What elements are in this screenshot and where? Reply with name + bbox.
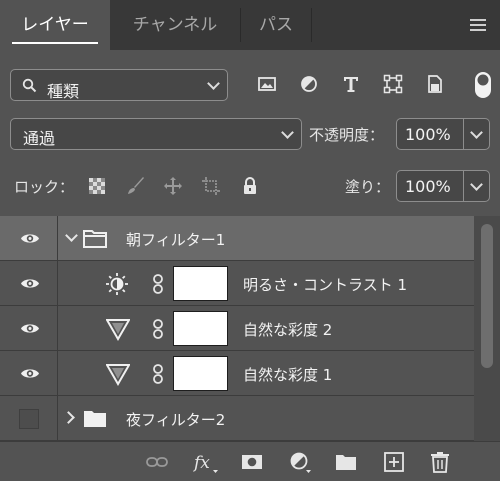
lock-all-icon[interactable]	[240, 176, 260, 196]
new-group-icon[interactable]	[335, 451, 357, 473]
vibrance-icon	[106, 364, 130, 386]
trash-icon[interactable]	[429, 451, 451, 473]
pixel-layer-filter-icon[interactable]	[257, 74, 277, 94]
layer-row-adjustment[interactable]: 自然な彩度 1	[0, 351, 474, 396]
tab-paths[interactable]: パス	[241, 0, 311, 50]
lock-transparent-pixels-icon[interactable]	[87, 176, 107, 196]
lock-position-icon[interactable]	[163, 176, 183, 196]
layer-name[interactable]: 明るさ・コントラスト 1	[243, 274, 407, 295]
link-layers-icon[interactable]	[146, 451, 168, 473]
tab-layers-label: レイヤー	[21, 15, 89, 35]
scrollbar-thumb[interactable]	[481, 224, 493, 368]
field-divider	[463, 119, 464, 149]
visibility-cell[interactable]	[0, 216, 58, 261]
layer-row-group[interactable]: 夜フィルター2	[0, 396, 474, 441]
chevron-right-icon[interactable]	[62, 411, 75, 424]
layer-name[interactable]: 朝フィルター1	[126, 229, 225, 250]
layers-list: 朝フィルター1 明るさ・コントラスト 1 自然な彩度 2 自然な彩度 1 夜フィ…	[0, 216, 474, 441]
adjustment-layer-filter-icon[interactable]	[299, 74, 319, 94]
fill-label: 塗り：	[345, 178, 391, 196]
shape-layer-filter-icon[interactable]	[383, 74, 403, 94]
link-icon[interactable]	[152, 274, 164, 294]
filter-toggle-switch[interactable]	[472, 71, 494, 99]
field-divider	[463, 171, 464, 201]
filter-kind-label: 種類	[47, 82, 80, 101]
visibility-toggle-off[interactable]	[19, 409, 39, 429]
new-layer-icon[interactable]	[383, 451, 405, 473]
add-mask-icon[interactable]	[241, 451, 263, 473]
layers-panel: レイヤー チャンネル パス 種類 通過 不透明度： 100% ロック： 塗り： …	[0, 0, 500, 481]
fill-field[interactable]: 100%	[396, 170, 490, 202]
opacity-field[interactable]: 100%	[396, 118, 490, 150]
layers-footer-toolbar: fx	[0, 441, 500, 481]
panel-menu-icon[interactable]	[470, 19, 486, 31]
smart-object-filter-icon[interactable]	[425, 74, 445, 94]
new-adjustment-layer-icon[interactable]	[289, 451, 311, 473]
layer-row-group[interactable]: 朝フィルター1	[0, 216, 474, 261]
layers-scrollbar[interactable]	[474, 216, 500, 441]
tab-divider	[311, 8, 312, 42]
tab-channels[interactable]: チャンネル	[110, 0, 240, 50]
type-layer-filter-icon[interactable]	[341, 74, 361, 94]
folder-icon	[84, 411, 106, 427]
lock-label: ロック：	[14, 178, 75, 196]
layer-name[interactable]: 自然な彩度 2	[243, 319, 332, 340]
visibility-cell[interactable]	[0, 261, 58, 306]
layer-mask-thumbnail[interactable]	[173, 311, 228, 346]
chevron-down-icon[interactable]	[65, 229, 78, 242]
chevron-down-icon	[281, 126, 294, 139]
svg-text:fx: fx	[193, 453, 210, 473]
visibility-cell[interactable]	[0, 396, 58, 441]
layer-filter-select[interactable]: 種類	[10, 69, 228, 101]
opacity-label: 不透明度：	[309, 126, 385, 144]
layer-name[interactable]: 夜フィルター2	[126, 409, 225, 430]
eye-icon[interactable]	[20, 367, 40, 380]
brightness-contrast-icon	[106, 273, 128, 295]
layer-style-fx-icon[interactable]: fx	[193, 451, 219, 473]
panel-tab-bar: レイヤー チャンネル パス	[0, 0, 500, 50]
eye-icon[interactable]	[20, 277, 40, 290]
layer-mask-thumbnail[interactable]	[173, 356, 228, 391]
visibility-cell[interactable]	[0, 351, 58, 396]
tab-paths-label: パス	[259, 15, 293, 35]
blend-mode-value: 通過	[23, 129, 56, 148]
layer-row-adjustment[interactable]: 明るさ・コントラスト 1	[0, 261, 474, 306]
chevron-down-icon	[470, 126, 483, 139]
blend-mode-select[interactable]: 通過	[10, 118, 302, 150]
search-icon	[22, 78, 37, 93]
link-icon[interactable]	[152, 364, 164, 384]
folder-icon	[83, 230, 107, 248]
layer-mask-thumbnail[interactable]	[173, 266, 228, 301]
layer-row-adjustment[interactable]: 自然な彩度 2	[0, 306, 474, 351]
layer-name[interactable]: 自然な彩度 1	[243, 364, 332, 385]
lock-artboard-icon[interactable]	[201, 176, 221, 196]
active-tab-underline	[12, 42, 98, 44]
lock-image-pixels-icon[interactable]	[126, 176, 146, 196]
eye-icon[interactable]	[20, 322, 40, 335]
opacity-value: 100%	[405, 125, 451, 144]
tab-layers[interactable]: レイヤー	[0, 0, 110, 50]
visibility-cell[interactable]	[0, 306, 58, 351]
eye-icon[interactable]	[20, 232, 40, 245]
link-icon[interactable]	[152, 319, 164, 339]
chevron-down-icon	[207, 77, 220, 90]
vibrance-icon	[106, 319, 130, 341]
fill-value: 100%	[405, 177, 451, 196]
tab-channels-label: チャンネル	[132, 15, 218, 35]
chevron-down-icon	[470, 178, 483, 191]
